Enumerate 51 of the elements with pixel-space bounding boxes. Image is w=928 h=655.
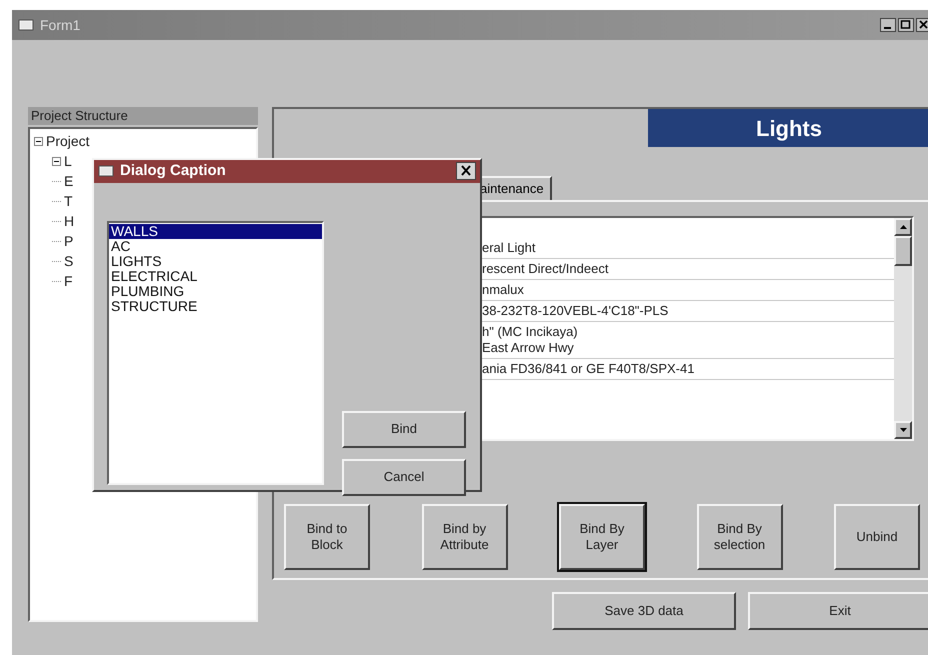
tree-item[interactable]: F xyxy=(64,270,73,292)
panel-title: Lights xyxy=(756,114,822,143)
app-icon xyxy=(18,18,34,32)
list-item[interactable]: LIGHTS xyxy=(109,254,322,268)
scroll-thumb[interactable] xyxy=(894,236,912,266)
scroll-up-icon[interactable] xyxy=(900,225,906,229)
tree-item[interactable]: H xyxy=(64,210,74,232)
list-item[interactable]: WALLS xyxy=(109,224,322,238)
push-button[interactable]: Unbind xyxy=(834,504,920,570)
window-title: Form1 xyxy=(40,16,80,34)
grid-cell-text: East Arrow Hwy xyxy=(482,340,575,356)
collapse-icon[interactable] xyxy=(34,136,43,146)
list-item[interactable]: STRUCTURE xyxy=(109,298,322,314)
push-button[interactable]: Exit xyxy=(748,592,928,630)
tree-item[interactable]: T xyxy=(64,190,73,212)
grid-cell-text: nmalux xyxy=(482,282,525,298)
grid-cell-text: eral Light xyxy=(482,240,536,256)
list-item[interactable]: PLUMBING xyxy=(109,284,322,298)
list-item[interactable]: ELECTRICAL xyxy=(109,268,322,284)
grid-cell-text: ania FD36/841 or GE F40T8/SPX-41 xyxy=(482,361,696,377)
tree-item[interactable]: Project xyxy=(46,130,90,152)
push-button[interactable]: Bind xyxy=(342,410,466,448)
dialog-title: Dialog Caption xyxy=(120,161,226,181)
grid-cell-text: rescent Direct/Indeect xyxy=(482,261,610,277)
grid-row[interactable]: eral Light xyxy=(482,238,894,259)
push-button[interactable]: Bind to Block xyxy=(284,504,370,570)
tree-item[interactable]: P xyxy=(64,230,74,252)
tree-item[interactable]: L xyxy=(64,150,72,172)
tree-item[interactable]: E xyxy=(64,170,74,192)
push-button[interactable]: Bind by Attribute xyxy=(422,504,508,570)
close-icon[interactable] xyxy=(456,162,476,180)
push-button[interactable]: Bind By selection xyxy=(696,504,782,570)
tree-item[interactable]: S xyxy=(64,250,74,272)
close-icon[interactable] xyxy=(916,18,928,32)
grid-cell-text: h" (MC Incikaya) xyxy=(482,324,579,340)
grid-row[interactable]: rescent Direct/Indeect xyxy=(482,259,894,280)
panel-title: Project Structure xyxy=(31,107,128,126)
grid-cell-text: 38-232T8-120VEBL-4'C18"-PLS xyxy=(482,303,670,319)
push-button[interactable]: Bind By Layer xyxy=(559,504,645,570)
app-icon xyxy=(98,164,114,178)
grid-row[interactable]: nmalux xyxy=(482,280,894,301)
scroll-down-icon[interactable] xyxy=(900,428,906,432)
grid-row[interactable]: 38-232T8-120VEBL-4'C18"-PLS xyxy=(482,301,894,322)
push-button[interactable]: Cancel xyxy=(342,458,466,496)
maximize-icon[interactable] xyxy=(898,18,914,32)
grid-row[interactable]: ania FD36/841 or GE F40T8/SPX-41 xyxy=(482,359,894,380)
minimize-icon[interactable] xyxy=(880,18,896,32)
scrollbar[interactable] xyxy=(894,218,912,439)
push-button[interactable]: Save 3D data xyxy=(552,592,736,630)
collapse-icon[interactable] xyxy=(52,156,61,166)
list-item[interactable]: AC xyxy=(109,238,322,254)
